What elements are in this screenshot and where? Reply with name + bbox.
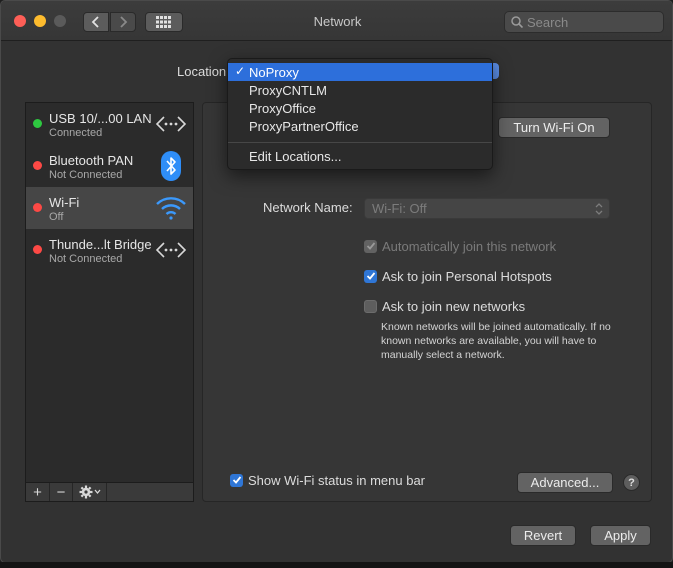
location-label: Location: bbox=[177, 64, 230, 79]
auto-join-checkbox-row[interactable]: Automatically join this network bbox=[364, 238, 556, 254]
remove-service-button[interactable]: − bbox=[50, 483, 73, 501]
show-status-checkbox-row[interactable]: Show Wi-Fi status in menu bar bbox=[230, 472, 425, 488]
service-name: Wi-Fi bbox=[49, 195, 80, 210]
hotspots-label: Ask to join Personal Hotspots bbox=[382, 268, 552, 284]
checkmark-icon bbox=[232, 476, 241, 484]
checkmark-icon bbox=[366, 272, 375, 280]
service-item-usb-lan[interactable]: USB 10/...00 LAN Connected bbox=[26, 103, 193, 145]
action-menu-button[interactable] bbox=[73, 483, 107, 501]
show-status-checkbox[interactable] bbox=[230, 473, 243, 487]
service-item-bluetooth-pan[interactable]: Bluetooth PAN Not Connected bbox=[26, 145, 193, 187]
service-name: Thunde...lt Bridge bbox=[49, 237, 152, 252]
location-dropdown-menu: ✓ NoProxy ProxyCNTLM ProxyOffice ProxyPa… bbox=[227, 58, 493, 170]
location-menu-item-noproxy[interactable]: ✓ NoProxy bbox=[228, 63, 492, 81]
revert-button[interactable]: Revert bbox=[510, 525, 576, 546]
network-name-value: Wi-Fi: Off bbox=[372, 201, 427, 216]
location-menu-item-proxyoffice[interactable]: ProxyOffice bbox=[228, 99, 492, 117]
service-status: Not Connected bbox=[49, 253, 123, 265]
network-name-label: Network Name: bbox=[263, 200, 353, 215]
menu-item-label: ProxyPartnerOffice bbox=[249, 118, 359, 134]
edit-locations-menu-item[interactable]: Edit Locations... bbox=[228, 147, 492, 165]
menu-item-label: ProxyOffice bbox=[249, 100, 316, 116]
search-input[interactable] bbox=[527, 14, 657, 30]
service-item-thunderbolt-bridge[interactable]: Thunde...lt Bridge Not Connected bbox=[26, 229, 193, 271]
turn-wifi-on-button[interactable]: Turn Wi-Fi On bbox=[498, 117, 610, 138]
help-button[interactable]: ? bbox=[623, 474, 640, 491]
desktop-background bbox=[0, 562, 673, 568]
auto-join-label: Automatically join this network bbox=[382, 238, 557, 254]
gear-icon bbox=[79, 485, 100, 499]
network-preferences-window: Network Location: USB 10/...00 LAN Conne… bbox=[0, 0, 673, 563]
service-list: USB 10/...00 LAN Connected Bluetooth PAN… bbox=[25, 102, 194, 502]
status-dot-red bbox=[33, 203, 42, 212]
show-status-label: Show Wi-Fi status in menu bar bbox=[248, 472, 426, 488]
search-icon bbox=[511, 16, 523, 28]
new-networks-checkbox-row[interactable]: Ask to join new networks bbox=[364, 298, 525, 314]
service-status: Not Connected bbox=[49, 169, 123, 181]
wifi-icon bbox=[155, 193, 187, 223]
status-dot-red bbox=[33, 161, 42, 170]
network-name-select[interactable]: Wi-Fi: Off bbox=[364, 198, 610, 219]
service-list-toolbar: + − bbox=[25, 482, 194, 502]
up-down-chevron-icon bbox=[595, 203, 603, 215]
status-dot-red bbox=[33, 245, 42, 254]
known-networks-note: Known networks will be joined automatica… bbox=[381, 321, 611, 361]
search-field[interactable] bbox=[504, 11, 664, 33]
menu-item-label: NoProxy bbox=[249, 64, 299, 80]
menu-item-label: ProxyCNTLM bbox=[249, 82, 328, 98]
service-status: Connected bbox=[49, 127, 103, 139]
location-menu-item-proxypartneroffice[interactable]: ProxyPartnerOffice bbox=[228, 117, 492, 135]
auto-join-checkbox[interactable] bbox=[364, 239, 377, 253]
new-networks-checkbox[interactable] bbox=[364, 299, 377, 313]
checkmark-icon bbox=[366, 242, 375, 250]
hotspots-checkbox-row[interactable]: Ask to join Personal Hotspots bbox=[364, 268, 552, 284]
menu-separator bbox=[228, 142, 492, 143]
ethernet-icon bbox=[155, 109, 187, 139]
ethernet-icon bbox=[155, 235, 187, 265]
location-menu-item-proxycntlm[interactable]: ProxyCNTLM bbox=[228, 81, 492, 99]
bluetooth-icon bbox=[155, 151, 187, 181]
titlebar: Network bbox=[1, 1, 672, 41]
menu-item-label: Edit Locations... bbox=[249, 148, 342, 164]
apply-button[interactable]: Apply bbox=[590, 525, 651, 546]
hotspots-checkbox[interactable] bbox=[364, 269, 377, 283]
status-dot-green bbox=[33, 119, 42, 128]
service-name: USB 10/...00 LAN bbox=[49, 111, 152, 126]
add-service-button[interactable]: + bbox=[26, 483, 50, 501]
advanced-button[interactable]: Advanced... bbox=[517, 472, 613, 493]
new-networks-label: Ask to join new networks bbox=[382, 298, 526, 314]
service-status: Off bbox=[49, 211, 64, 223]
service-name: Bluetooth PAN bbox=[49, 153, 134, 168]
checkmark-icon: ✓ bbox=[235, 64, 246, 78]
service-item-wifi[interactable]: Wi-Fi Off bbox=[26, 187, 193, 229]
